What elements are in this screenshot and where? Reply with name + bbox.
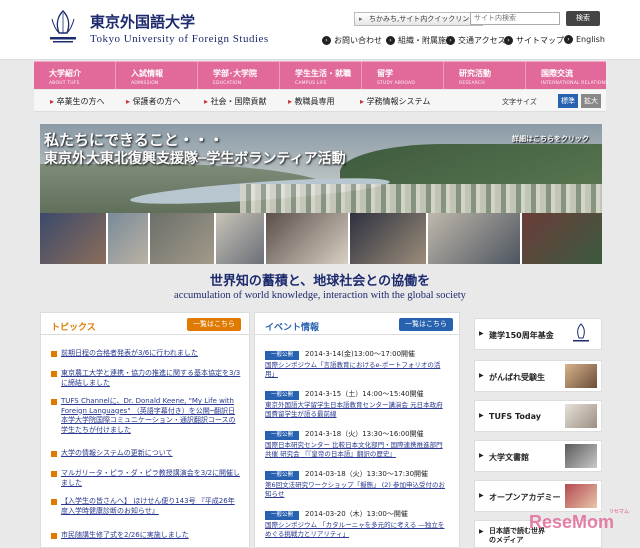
- hero-title: 私たちにできること・・・: [44, 131, 224, 149]
- open-academy-photo: [565, 484, 597, 508]
- nav-international[interactable]: 国際交流 INTERNATIONAL RELATIONS: [526, 62, 608, 90]
- util-sitemap[interactable]: › サイトマップ: [504, 35, 564, 46]
- nav-research[interactable]: 研究活動 RESEARCH: [444, 62, 526, 90]
- nav-admission[interactable]: 入試情報 ADMISSION: [116, 62, 198, 90]
- event-title-link[interactable]: 第6回文法研究ワークショップ「擬態」 (2) 参加申込受付のお知らせ: [265, 481, 449, 499]
- public-badge: 一般公開: [265, 351, 299, 360]
- fontsize-normal-button[interactable]: 標準: [558, 94, 578, 108]
- volunteer-photo: [216, 213, 266, 264]
- arrow-circle-icon: ›: [504, 36, 513, 45]
- sub-nav: 卒業生の方へ 保護者の方へ 社会・国際貢献 教職員専用 学務情報システム 文字サ…: [34, 90, 606, 112]
- hero-subtitle: 東京外大東北復興支援隊─学生ボランティア活動: [44, 151, 346, 167]
- events-panel: イベント情報 一覧はこちら 一般公開 2014-3-14(金)13:00〜17:…: [254, 312, 460, 548]
- side-link-fund[interactable]: 建学150周年基金: [474, 318, 602, 350]
- volunteer-photo: [108, 213, 150, 264]
- subnav-staff[interactable]: 教職員専用: [288, 96, 335, 107]
- subnav-parents[interactable]: 保護者の方へ: [126, 96, 181, 107]
- search-input[interactable]: [470, 12, 560, 25]
- events-more-button[interactable]: 一覧はこちら: [399, 318, 453, 331]
- util-english[interactable]: › English: [564, 35, 605, 44]
- arrow-circle-icon: ›: [386, 36, 395, 45]
- volunteer-photo: [266, 213, 350, 264]
- resemom-watermark-logo: ReseMom リセマム: [529, 509, 630, 532]
- nav-study-abroad[interactable]: 留学 STUDY ABROAD: [362, 62, 444, 90]
- event-title-link[interactable]: 東京外国語大学留学生日本語教育センター講演会 元日本政府国費留学生が語る最前線: [265, 401, 449, 419]
- students-photo: [565, 364, 597, 388]
- main-nav: 大学紹介 ABOUT TUFS 入試情報 ADMISSION 学部･大学院 EDUCA…: [34, 61, 608, 90]
- nav-campus-life[interactable]: 学生生活・就職 CAMPUS LIFE: [280, 62, 362, 90]
- public-badge: 一般公開: [265, 431, 299, 440]
- tagline-english: accumulation of world knowledge, interac…: [174, 290, 466, 301]
- public-badge: 一般公開: [265, 511, 299, 520]
- volunteer-photo: [150, 213, 216, 264]
- public-badge: 一般公開: [265, 391, 299, 400]
- tagline-japanese: 世界知の蓄積と、地球社会との協働を: [209, 274, 431, 289]
- side-link-archives[interactable]: 大学文書館: [474, 440, 602, 472]
- fontsize-label: 文字サイズ: [502, 98, 537, 106]
- volunteer-photo: [428, 213, 522, 264]
- search-button[interactable]: 検索: [566, 11, 600, 26]
- logo-english[interactable]: Tokyo University of Foreign Studies: [90, 33, 269, 45]
- side-link-open-academy[interactable]: オープンアカデミー: [474, 480, 602, 512]
- util-contact[interactable]: › お問い合わせ: [322, 35, 382, 46]
- topic-item[interactable]: 前期日程の合格者発表が3/6に行われました: [51, 349, 241, 359]
- nav-about[interactable]: 大学紹介 ABOUT TUFS: [34, 62, 116, 90]
- topic-item[interactable]: マルガリータ・ピラ・ダ・ピラ教授講演会を3/2に開催しました: [51, 469, 241, 488]
- arrow-circle-icon: ›: [322, 36, 331, 45]
- topics-more-button[interactable]: 一覧はこちら: [187, 318, 241, 331]
- event-date: 2014-3-18（火）13:30〜16:00開催: [305, 430, 424, 438]
- topic-item[interactable]: 市民随講生修了式を2/26に実施しました: [51, 531, 241, 541]
- util-access[interactable]: › 交通アクセス: [446, 35, 506, 46]
- event-title-link[interactable]: 国際日本研究センター 比較日本文化部門・国際連携推進部門共催 研究会 『『皇帝の…: [265, 441, 449, 459]
- event-title-link[interactable]: 国際シンポジウム「言語教育におけるe-ポートフォリオの活用」: [265, 361, 449, 379]
- volunteer-photo: [40, 213, 108, 264]
- subnav-academic-system[interactable]: 学務情報システム: [360, 96, 431, 107]
- topic-item[interactable]: 【入学生の皆さんへ】 ほけせん便り143号 『平成26年度入学時健康診断のお知ら…: [51, 497, 241, 516]
- hero-banner[interactable]: 私たちにできること・・・ 東京外大東北復興支援隊─学生ボランティア活動 詳細はこ…: [40, 124, 602, 264]
- event-title-link[interactable]: 国際シンポジウム 「カタルーニャを多元的に考える ―独立をめぐる挑戦力とリアリテ…: [265, 521, 449, 539]
- archives-photo: [565, 444, 597, 468]
- side-link-tufs-today[interactable]: TUFS Today: [474, 400, 602, 432]
- events-title: イベント情報: [265, 323, 320, 333]
- volunteer-photo: [350, 213, 428, 264]
- topics-title: トピックス: [51, 323, 96, 333]
- events-header: イベント情報 一覧はこちら: [255, 313, 459, 335]
- topic-item[interactable]: TUFS Channelに、Dr. Donald Keene, "My Life…: [51, 397, 241, 435]
- public-badge: 一般公開: [265, 471, 299, 480]
- event-date: 2014-3-15（土）14:00〜15:40開催: [305, 390, 424, 398]
- fontsize-large-button[interactable]: 拡大: [581, 94, 601, 108]
- side-link-examinees[interactable]: がんばれ受験生: [474, 360, 602, 392]
- quicklink-button[interactable]: ちかみち,サイト内クイックリンク: [354, 12, 484, 26]
- hero-photo-strip: [40, 213, 602, 264]
- topic-item[interactable]: 東京農工大学と連携・協力の推進に関する基本協定を3/3に締結しました: [51, 369, 241, 388]
- subnav-alumni[interactable]: 卒業生の方へ: [50, 96, 105, 107]
- logo-japanese[interactable]: 東京外国語大学: [90, 11, 195, 32]
- university-emblem-icon[interactable]: [46, 9, 80, 47]
- site-header: 東京外国語大学 Tokyo University of Foreign Stud…: [0, 0, 640, 60]
- hero-more-link[interactable]: 詳細はこちらをクリック: [512, 134, 589, 144]
- event-date: 2014-03-18（火）13:30〜17:30開催: [305, 470, 429, 478]
- util-organization[interactable]: › 組織・附属施設: [386, 35, 454, 46]
- subnav-contribution[interactable]: 社会・国際貢献: [204, 96, 267, 107]
- topic-item[interactable]: 大学の情報システムの更新について: [51, 449, 241, 459]
- topics-panel: トピックス 一覧はこちら 前期日程の合格者発表が3/6に行われました 東京農工大…: [40, 312, 250, 548]
- arrow-circle-icon: ›: [564, 35, 573, 44]
- nav-education[interactable]: 学部･大学院 EDUCATION: [198, 62, 280, 90]
- topics-header: トピックス 一覧はこちら: [41, 313, 249, 335]
- event-date: 2014-3-14(金)13:00〜17:00開催: [305, 350, 416, 358]
- event-date: 2014-03-20（木）13:00〜開催: [305, 510, 408, 518]
- arrow-circle-icon: ›: [446, 36, 455, 45]
- university-emblem-icon: [565, 322, 597, 346]
- volunteer-photo: [522, 213, 602, 264]
- magazine-cover-photo: [565, 404, 597, 428]
